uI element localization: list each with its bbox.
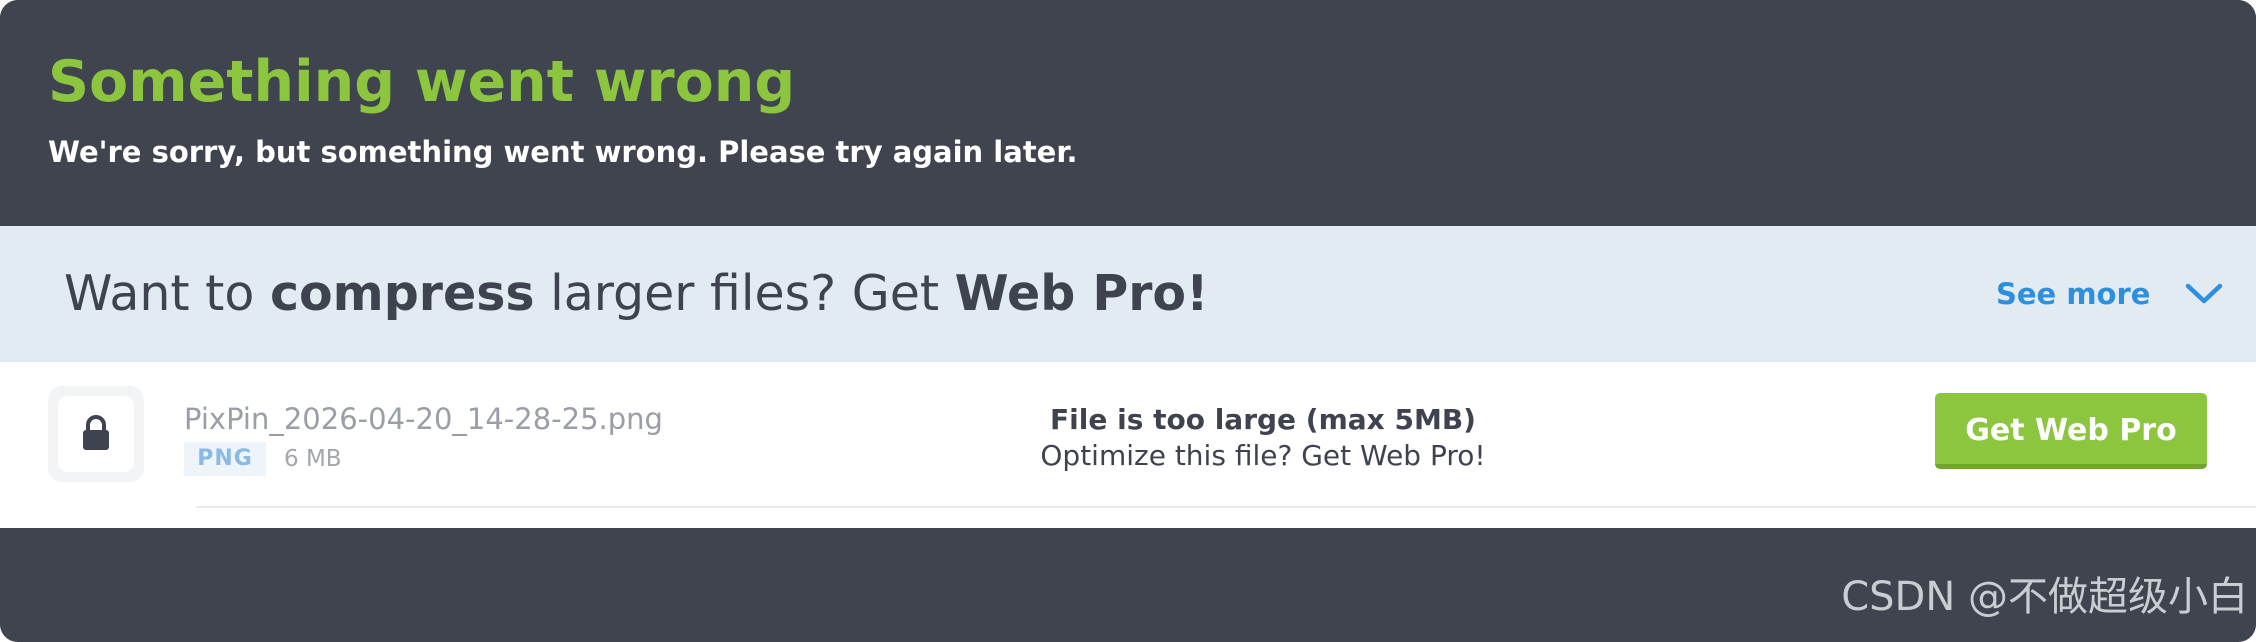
- row-divider: [196, 506, 2256, 508]
- file-status: File is too large (max 5MB) Optimize thi…: [963, 402, 1563, 474]
- promo-text-bold-web-pro: Web Pro!: [954, 265, 1209, 322]
- get-web-pro-button[interactable]: Get Web Pro: [1935, 393, 2207, 469]
- promo-text-prefix: Want to: [64, 265, 270, 322]
- promo-text: Want to compress larger files? Get Web P…: [64, 262, 1208, 326]
- status-subtitle: Optimize this file? Get Web Pro!: [1040, 439, 1486, 472]
- file-type-badge: PNG: [184, 442, 266, 476]
- file-name: PixPin_2026-04-20_14-28-25.png: [184, 402, 663, 436]
- promo-text-bold-compress: compress: [269, 265, 535, 322]
- error-title: Something went wrong: [48, 49, 796, 115]
- see-more-link[interactable]: See more: [1996, 272, 2224, 316]
- promo-text-middle: larger files? Get: [534, 265, 955, 322]
- footer: CSDN @不做超级小白: [0, 528, 2256, 642]
- status-title: File is too large (max 5MB): [1050, 403, 1476, 436]
- see-more-label: See more: [1996, 277, 2151, 311]
- error-header: Something went wrong We're sorry, but so…: [0, 0, 2256, 226]
- lock-icon: [83, 415, 109, 450]
- watermark: CSDN @不做超级小白: [1841, 574, 2248, 620]
- dialog-frame: Something went wrong We're sorry, but so…: [0, 0, 2256, 642]
- file-row: PixPin_2026-04-20_14-28-25.png PNG 6 MB …: [0, 362, 2256, 528]
- file-size: 6 MB: [284, 446, 342, 472]
- error-message: We're sorry, but something went wrong. P…: [48, 135, 1078, 169]
- file-thumbnail: [48, 386, 144, 482]
- promo-banner: Want to compress larger files? Get Web P…: [0, 226, 2256, 362]
- chevron-down-icon: [2186, 283, 2223, 304]
